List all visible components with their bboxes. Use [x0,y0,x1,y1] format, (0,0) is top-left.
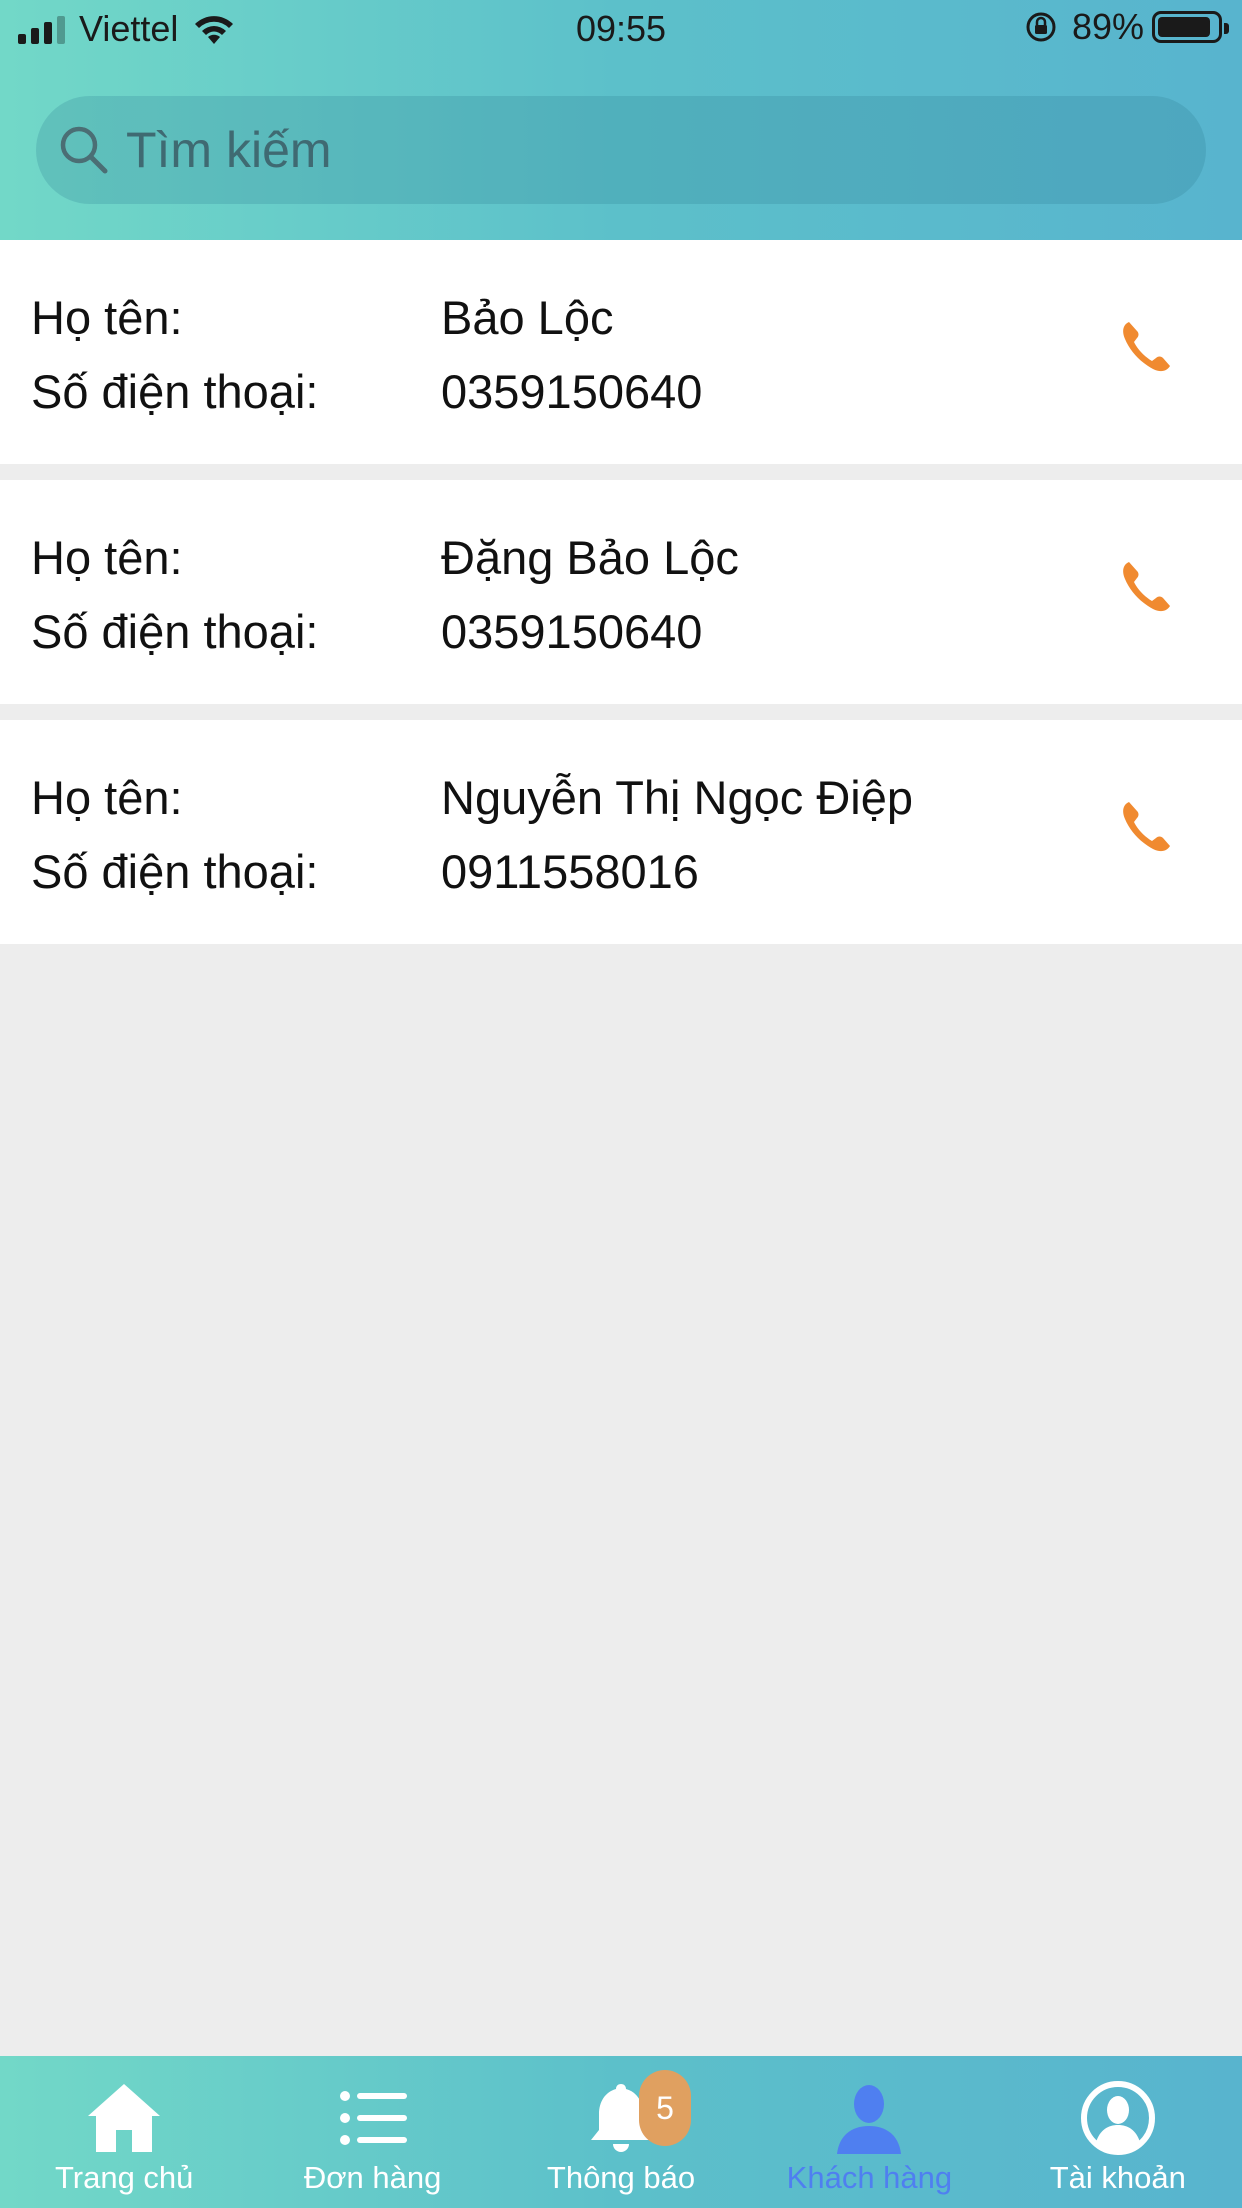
tab-label: Trang chủ [54,2160,194,2195]
name-label: Họ tên: [31,531,183,584]
name-row: Họ tên: Nguyễn Thị Ngọc Điệp [31,770,913,825]
tab-home[interactable]: Trang chủ [0,2056,248,2208]
search-input[interactable] [126,121,1126,179]
customer-name: Bảo Lộc [441,291,614,344]
name-label: Họ tên: [31,291,183,344]
notification-badge: 5 [639,2070,692,2146]
customer-card[interactable]: Họ tên: Nguyễn Thị Ngọc Điệp Số điện thoại… [0,720,1242,944]
customer-card[interactable]: Họ tên: Đặng Bảo Lộc Số điện thoại: 0359150… [0,480,1242,704]
name-row: Họ tên: Đặng Bảo Lộc [31,530,739,585]
name-row: Họ tên: Bảo Lộc [31,290,613,345]
search-bar[interactable] [36,96,1206,204]
tab-label: Thông báo [546,2160,696,2195]
name-label: Họ tên: [31,771,183,824]
tab-bar: Trang chủ Đơn hàng 5 Thông báo Khách hàng Tài… [0,2056,1242,2208]
app-header: Viettel 09:55 89% [0,0,1242,240]
rotation-lock-icon [1026,12,1056,42]
battery-fill [1158,17,1210,37]
customer-list: Họ tên: Bảo Lộc Số điện thoại: 0359150640 Họ… [0,240,1242,960]
battery-icon [1152,11,1229,43]
home-icon [88,2084,161,2152]
status-right: 89% [1024,6,1229,48]
phone-row: Số điện thoại: 0359150640 [31,604,702,659]
search-icon [60,126,108,174]
list-icon [339,2091,407,2145]
person-icon [837,2085,902,2154]
tab-label: Tài khoản [1049,2160,1186,2195]
tab-person[interactable]: Khách hàng [745,2056,993,2208]
tab-label: Khách hàng [786,2160,953,2195]
customer-phone: 0359150640 [441,605,703,658]
phone-icon[interactable] [1110,554,1180,624]
tab-account[interactable]: Tài khoản [994,2056,1242,2208]
battery-percent: 89% [1071,6,1144,47]
customer-phone: 0359150640 [441,365,703,418]
phone-icon[interactable] [1110,314,1180,384]
customer-name: Nguyễn Thị Ngọc Điệp [441,771,913,824]
tab-label: Đơn hàng [303,2160,442,2195]
customer-phone: 0911558016 [441,845,699,898]
phone-row: Số điện thoại: 0359150640 [31,364,702,419]
phone-label: Số điện thoại: [31,845,319,898]
customer-name: Đặng Bảo Lộc [441,531,739,584]
phone-label: Số điện thoại: [31,605,319,658]
phone-icon[interactable] [1110,794,1180,864]
tab-list[interactable]: Đơn hàng [248,2056,496,2208]
customer-card[interactable]: Họ tên: Bảo Lộc Số điện thoại: 0359150640 [0,240,1242,464]
tab-bell[interactable]: 5 Thông báo [497,2056,745,2208]
phone-label: Số điện thoại: [31,365,319,418]
phone-row: Số điện thoại: 0911558016 [31,844,699,899]
status-bar: Viettel 09:55 89% [0,0,1242,60]
account-icon [1080,2081,1155,2155]
